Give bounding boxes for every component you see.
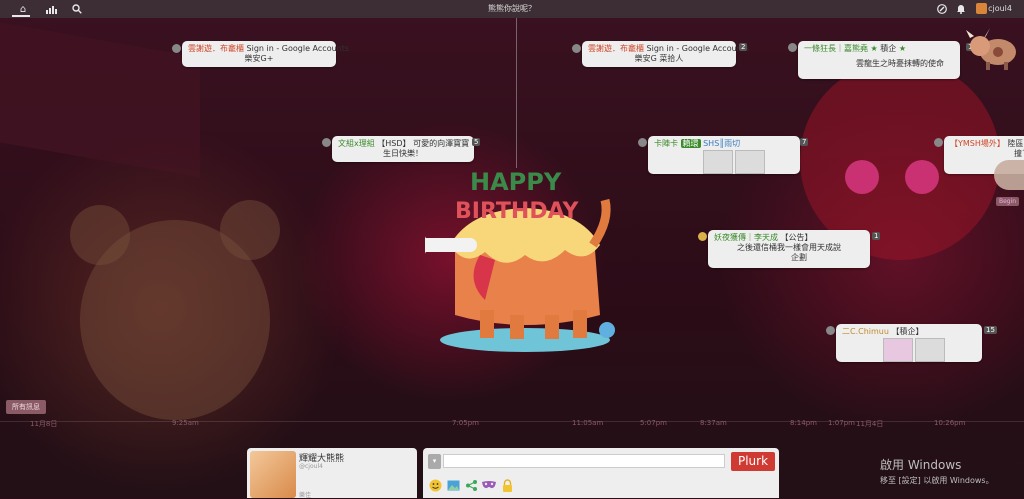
plurk-image-thumbnail[interactable] bbox=[883, 338, 913, 362]
timeline-label: 10:26pm bbox=[934, 419, 966, 427]
plurk-text: 【公告】 bbox=[780, 233, 813, 242]
timeline-label: 7:05pm bbox=[452, 419, 479, 427]
all-plurks-filter-button[interactable]: 所有訊息 bbox=[6, 400, 46, 414]
plurk-image-thumbnail[interactable] bbox=[915, 338, 945, 362]
plurk-text: 企劃 bbox=[791, 253, 807, 262]
response-count[interactable]: 5 bbox=[472, 138, 481, 146]
plurk-text: 陸區【 bbox=[1007, 139, 1024, 148]
background-glasses bbox=[905, 160, 939, 194]
plurk-text: 雲龍生之時憂抹轉的使命 bbox=[856, 59, 944, 68]
plurk-text: 撞了 bbox=[1014, 149, 1024, 158]
response-count[interactable]: 15 bbox=[984, 326, 997, 334]
plurk-text: 【積企】 bbox=[891, 327, 924, 336]
plurk-bubble[interactable]: 妖夜獲傳｜李天成 【公告】 之後還信桶我一樣會用天成說 企劃 bbox=[708, 230, 870, 268]
plurk-avatar[interactable] bbox=[572, 44, 581, 53]
plurk-bubble[interactable]: 卡陣卡 賴環 SHS║雨切 bbox=[648, 136, 800, 174]
activation-subtitle: 移至 [設定] 以啟用 Windows。 bbox=[880, 476, 994, 485]
plurk-input[interactable] bbox=[443, 454, 725, 468]
plurk-author[interactable]: 妖夜獲傳｜李天成 bbox=[714, 233, 778, 242]
sticker-text: BIRTHDAY bbox=[455, 199, 580, 224]
timeline-label: 8:37am bbox=[700, 419, 727, 427]
plurk-author[interactable]: 一條狂長｜嘉熊堯 bbox=[804, 44, 868, 53]
profile-card: 輝耀大熊熊 @cjoul4 樂佳 bbox=[247, 448, 417, 499]
plurk-image-thumbnail[interactable] bbox=[735, 150, 765, 174]
compass-icon[interactable] bbox=[935, 2, 949, 16]
plurk-text: 之後還信桶我一樣會用天成說 bbox=[737, 243, 841, 252]
plurk-text: 樂安G+ bbox=[244, 54, 274, 63]
bull-emoticon bbox=[966, 28, 1016, 70]
background-wing bbox=[0, 22, 200, 178]
plurk-avatar[interactable] bbox=[698, 232, 707, 241]
plurk-bubble[interactable]: 二C.Chimuu 【積企】 bbox=[836, 324, 982, 362]
timeline-label: 8:14pm bbox=[790, 419, 817, 427]
plurk-badge: 賴環 bbox=[680, 139, 701, 148]
plurk-bubble[interactable]: 雲謝遊．布龕櫃 Sign in - Google Accounts 樂安G 菜拾… bbox=[582, 41, 749, 67]
emoji-icon[interactable] bbox=[428, 478, 442, 492]
image-icon[interactable] bbox=[446, 478, 460, 492]
timeline-label: 5:07pm bbox=[640, 419, 667, 427]
plurk-avatar[interactable] bbox=[826, 326, 835, 335]
plurk-text: 積企 bbox=[880, 44, 897, 53]
plurk-bubble[interactable]: 雲謝遊．布龕櫃 Sign in - Google Accounts 樂安G+ bbox=[182, 41, 349, 67]
plurk-author[interactable]: 文組x理組 bbox=[338, 139, 375, 148]
activation-title: 啟用 Windows bbox=[880, 458, 962, 472]
plurk-bubble[interactable]: 一條狂長｜嘉熊堯 ★ 積企 ★ 雲龍生之時憂抹轉的使命 bbox=[798, 41, 960, 79]
background-glasses bbox=[845, 160, 879, 194]
timeline-label: 11月8日 bbox=[30, 420, 58, 428]
username-label[interactable]: cjoul4 bbox=[988, 4, 1012, 13]
qualifier-dropdown[interactable]: ▾ bbox=[428, 454, 441, 469]
next-page-arrow[interactable] bbox=[994, 160, 1024, 190]
user-avatar[interactable] bbox=[976, 3, 987, 14]
plurk-text: Sign in - Google Accounts bbox=[646, 44, 750, 53]
lock-icon[interactable] bbox=[500, 478, 514, 492]
plurk-avatar[interactable] bbox=[172, 44, 181, 53]
plurk-author[interactable]: 雲謝遊．布龕櫃 bbox=[588, 44, 644, 53]
plurk-submit-button[interactable]: Plurk bbox=[731, 452, 775, 471]
top-navigation-bar: ⌂ 熊熊你說呢？ cjoul4 bbox=[0, 0, 1024, 18]
plurk-composer: ▾ Plurk bbox=[423, 448, 779, 498]
plurk-author[interactable]: 【YMSH場外】 bbox=[950, 139, 1005, 148]
response-count[interactable]: 1 bbox=[872, 232, 881, 240]
star-icon: ★ bbox=[870, 44, 878, 53]
timeline-label: 11:05am bbox=[572, 419, 604, 427]
happy-birthday-sticker: HAPPY BIRTHDAY bbox=[425, 168, 615, 352]
plurk-image-thumbnail[interactable] bbox=[703, 150, 733, 174]
windows-activation-notice: 啟用 Windows 移至 [設定] 以啟用 Windows。 bbox=[880, 456, 994, 486]
page-title: 熊熊你說呢？ bbox=[488, 4, 536, 13]
timeline-label: 11月4日 bbox=[856, 420, 884, 428]
composer-toolbar bbox=[428, 478, 514, 492]
plurk-avatar[interactable] bbox=[322, 138, 331, 147]
bell-icon[interactable] bbox=[954, 2, 968, 16]
plurk-text: Sign in - Google Accounts bbox=[246, 44, 350, 53]
response-count[interactable]: 7 bbox=[800, 138, 809, 146]
plurk-avatar[interactable] bbox=[638, 138, 647, 147]
plurk-author[interactable]: 二C.Chimuu bbox=[842, 327, 889, 336]
plurk-avatar[interactable] bbox=[934, 138, 943, 147]
plurk-avatar[interactable] bbox=[788, 43, 797, 52]
timeline-label: 9:25am bbox=[172, 419, 199, 427]
plurk-text: 【HSD】 可愛的向澤寶寶 bbox=[377, 139, 470, 148]
sticker-text: HAPPY bbox=[470, 168, 562, 196]
plurk-author[interactable]: 卡陣卡 bbox=[654, 139, 678, 148]
timeline-label: 1:07pm bbox=[828, 419, 855, 427]
mask-icon[interactable] bbox=[482, 478, 496, 492]
begin-button[interactable]: Begin bbox=[996, 197, 1020, 206]
star-icon: ★ bbox=[898, 44, 906, 53]
plurk-text: SHS║雨切 bbox=[703, 139, 741, 148]
plurk-text: 樂安G 菜拾人 bbox=[634, 54, 684, 63]
response-count[interactable]: 2 bbox=[739, 43, 748, 51]
profile-handle: @cjoul4 bbox=[299, 463, 323, 470]
profile-avatar[interactable] bbox=[250, 451, 296, 498]
active-tab-underline bbox=[12, 15, 30, 17]
hanging-string bbox=[516, 18, 517, 168]
share-icon[interactable] bbox=[464, 478, 478, 492]
plurk-author[interactable]: 雲謝遊．布龕櫃 bbox=[188, 44, 244, 53]
background-bear bbox=[80, 220, 270, 420]
